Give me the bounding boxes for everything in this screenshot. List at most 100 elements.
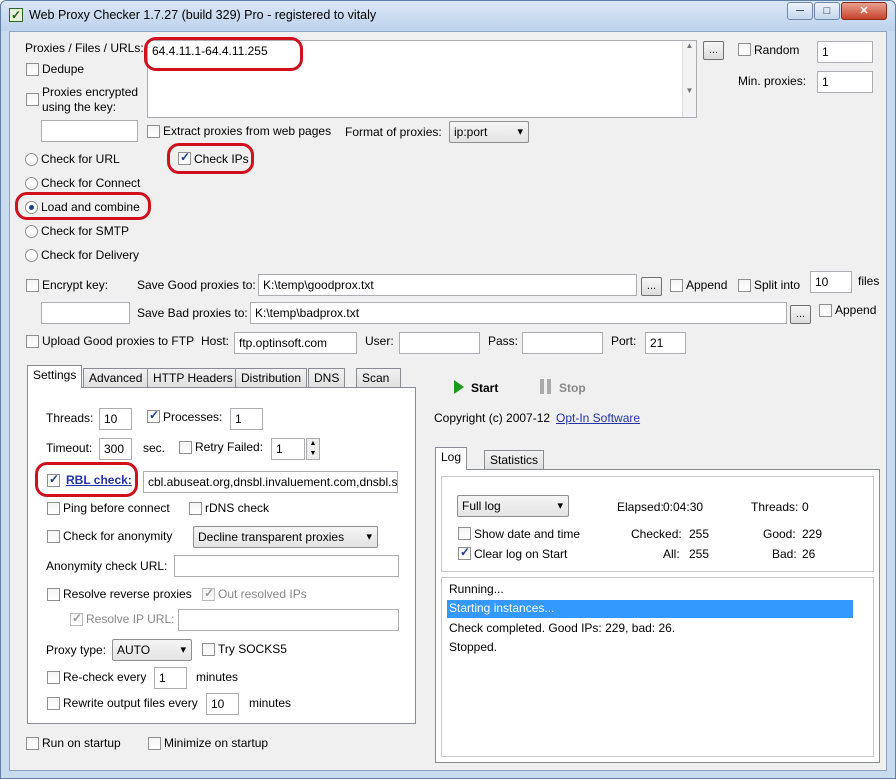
checked-label: Checked: <box>631 527 682 541</box>
tab-settings[interactable]: Settings <box>27 365 83 388</box>
user-input[interactable] <box>399 332 480 354</box>
save-good-label: Save Good proxies to: <box>137 278 256 292</box>
save-good-input[interactable]: K:\temp\goodprox.txt <box>258 274 637 296</box>
company-link[interactable]: Opt-In Software <box>556 411 640 425</box>
tab-log[interactable]: Log <box>435 447 468 470</box>
proxy-type-select[interactable]: AUTO <box>112 639 192 661</box>
stop-pause-icon <box>540 379 552 394</box>
start-play-icon <box>454 380 464 394</box>
proxies-browse-button[interactable]: ... <box>703 41 724 60</box>
dedupe-checkbox[interactable] <box>26 63 39 76</box>
mode-url-radio[interactable] <box>25 153 38 166</box>
sec-label: sec. <box>143 441 166 455</box>
log-line-selected[interactable]: Starting instances... <box>447 600 853 618</box>
format-label: Format of proxies: <box>345 125 442 139</box>
log-panel: Full log Elapsed: 0:04:30 Threads: 0 Sho… <box>435 469 880 763</box>
copyright-text: Copyright (c) 2007-12 <box>434 411 551 425</box>
run-startup-checkbox[interactable] <box>26 737 39 750</box>
mode-connect-radio[interactable] <box>25 177 38 190</box>
encrypt-key-input[interactable] <box>41 302 130 324</box>
ping-checkbox[interactable] <box>47 502 60 515</box>
anon-url-input[interactable] <box>174 555 399 577</box>
rewrite-checkbox[interactable] <box>47 697 60 710</box>
pass-input[interactable] <box>522 332 603 354</box>
maximize-button[interactable]: □ <box>814 2 840 20</box>
tab-distribution[interactable]: Distribution <box>235 368 308 388</box>
key-input[interactable] <box>41 120 138 142</box>
resolve-reverse-label: Resolve reverse proxies <box>63 587 192 601</box>
tab-advanced[interactable]: Advanced <box>83 368 149 388</box>
random-input[interactable]: 1 <box>817 41 873 63</box>
upload-ftp-checkbox[interactable] <box>26 335 39 348</box>
show-date-checkbox[interactable] <box>458 527 471 540</box>
processes-checkbox[interactable] <box>147 408 160 423</box>
mode-delivery-radio[interactable] <box>25 249 38 262</box>
split-input[interactable]: 10 <box>810 271 852 293</box>
recheck-checkbox[interactable] <box>47 671 60 684</box>
retry-input[interactable]: 1 <box>271 438 305 460</box>
log-threads-label: Threads: <box>751 500 799 514</box>
highlight-check-ips <box>167 143 254 174</box>
elapsed-value: 0:04:30 <box>663 500 704 514</box>
append-good-checkbox[interactable] <box>670 279 683 292</box>
resolve-reverse-checkbox[interactable] <box>47 588 60 601</box>
retry-checkbox[interactable] <box>179 441 192 454</box>
out-resolved-checkbox[interactable] <box>202 586 215 601</box>
rbl-input[interactable]: cbl.abuseat.org,dnsbl.invaluement.com,dn… <box>143 471 398 493</box>
socks5-label: Try SOCKS5 <box>218 642 287 656</box>
save-good-browse-button[interactable]: ... <box>641 277 662 296</box>
resolve-ip-url-checkbox[interactable] <box>70 611 83 626</box>
log-output[interactable]: Running... Starting instances... Check c… <box>441 577 874 757</box>
tab-scan[interactable]: Scan <box>356 368 401 388</box>
resolve-ip-url-input[interactable] <box>178 609 399 631</box>
tab-statistics[interactable]: Statistics <box>484 450 545 470</box>
clear-log-checkbox[interactable] <box>458 545 471 560</box>
host-input[interactable]: ftp.optinsoft.com <box>234 332 357 354</box>
threads-input[interactable]: 10 <box>99 408 132 430</box>
mode-connect-label: Check for Connect <box>41 176 141 190</box>
append-bad-label: Append <box>835 303 877 317</box>
timeout-input[interactable]: 300 <box>99 438 132 460</box>
port-input[interactable]: 21 <box>645 332 686 354</box>
rewrite-input[interactable]: 10 <box>206 693 239 715</box>
split-checkbox[interactable] <box>738 279 751 292</box>
save-bad-browse-button[interactable]: ... <box>790 305 811 324</box>
retry-spinner[interactable]: ▲ ▼ <box>306 438 320 460</box>
recheck-input[interactable]: 1 <box>154 667 187 689</box>
user-label: User: <box>365 334 394 348</box>
timeout-label: Timeout: <box>46 441 93 455</box>
rdns-checkbox[interactable] <box>189 502 202 515</box>
processes-input[interactable]: 1 <box>230 408 263 430</box>
tab-http-headers[interactable]: HTTP Headers <box>147 368 239 388</box>
processes-label: Processes: <box>163 410 223 424</box>
min-proxies-input[interactable]: 1 <box>817 71 873 93</box>
socks5-checkbox[interactable] <box>202 643 215 656</box>
resolve-ip-url-label: Resolve IP URL: <box>86 612 175 626</box>
split-label: Split into <box>754 278 801 292</box>
minimize-startup-checkbox[interactable] <box>148 737 161 750</box>
encrypt-key-checkbox[interactable] <box>26 279 39 292</box>
tab-dns[interactable]: DNS <box>308 368 346 388</box>
minimize-button[interactable]: ─ <box>787 2 813 20</box>
good-label: Good: <box>763 527 796 541</box>
textarea-scrollbar[interactable]: ▲ ▼ <box>682 41 696 117</box>
highlight-load-combine <box>15 192 151 220</box>
random-checkbox[interactable] <box>738 43 751 56</box>
encrypted-checkbox[interactable] <box>26 93 39 106</box>
dedupe-label: Dedupe <box>42 62 85 76</box>
start-button[interactable]: Start <box>471 381 498 395</box>
anonymity-label: Check for anonymity <box>63 529 173 543</box>
stop-button[interactable]: Stop <box>559 381 586 395</box>
save-bad-input[interactable]: K:\temp\badprox.txt <box>250 302 787 324</box>
close-button[interactable]: ✕ <box>841 2 887 20</box>
format-select[interactable]: ip:port <box>449 121 529 143</box>
append-good-label: Append <box>686 278 728 292</box>
extract-label: Extract proxies from web pages <box>163 124 332 138</box>
anonymity-checkbox[interactable] <box>47 530 60 543</box>
append-bad-checkbox[interactable] <box>819 304 832 317</box>
anonymity-select[interactable]: Decline transparent proxies <box>193 526 378 548</box>
log-level-select[interactable]: Full log <box>457 495 569 517</box>
app-window: ✓ Web Proxy Checker 1.7.27 (build 329) P… <box>0 0 896 779</box>
extract-checkbox[interactable] <box>147 125 160 138</box>
mode-smtp-radio[interactable] <box>25 225 38 238</box>
